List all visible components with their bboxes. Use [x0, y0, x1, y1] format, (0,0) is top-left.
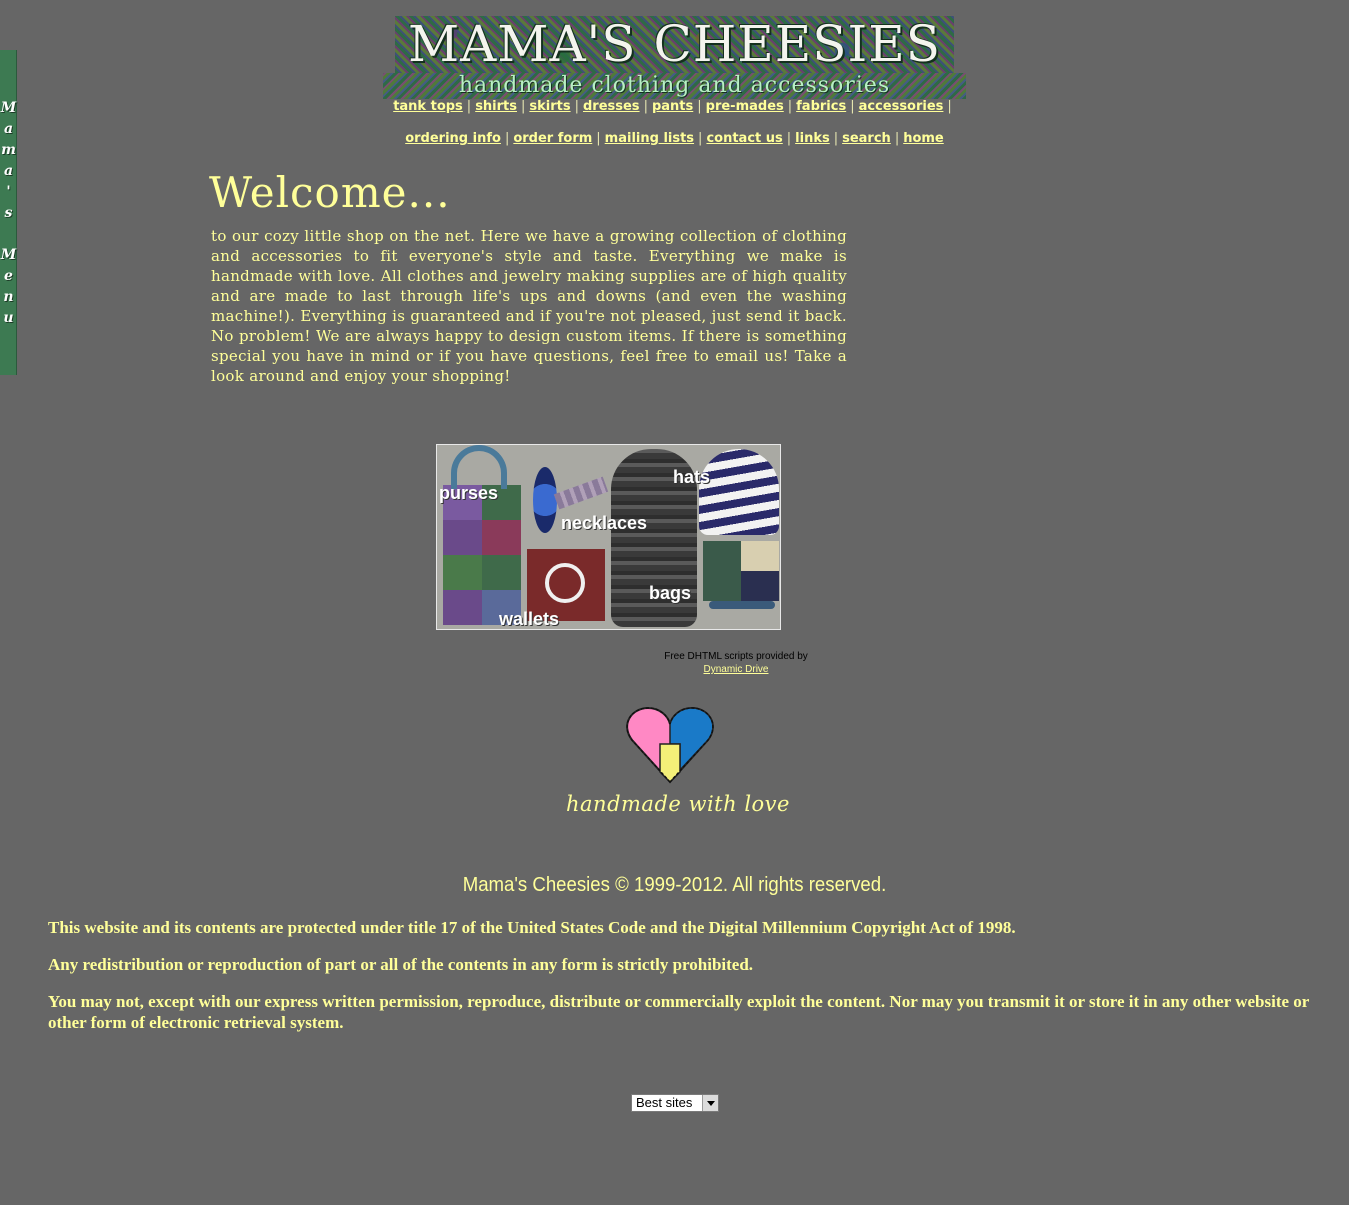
- side-menu-letter: ': [6, 184, 11, 200]
- category-nav: tank tops | shirts | skirts | dresses | pants | pr…: [0, 99, 1349, 114]
- nav-link-ordering-info[interactable]: ordering info: [405, 131, 501, 146]
- nav-separator: |: [894, 131, 900, 146]
- hat-graphic: [699, 449, 779, 535]
- banner-title: MAMA'S CHEESIES: [395, 16, 954, 73]
- banner-subtitle: handmade clothing and accessories: [383, 73, 966, 99]
- nav-link-home[interactable]: home: [903, 131, 944, 146]
- heart-logo-icon: [626, 706, 714, 784]
- collage-label-purses: purses: [439, 483, 499, 503]
- best-sites-selected-value: Best sites: [636, 1095, 693, 1110]
- collage-label-hats: hats: [673, 467, 711, 487]
- nav-separator: |: [504, 131, 510, 146]
- nav-link-links[interactable]: links: [795, 131, 830, 146]
- nav-separator: |: [947, 99, 952, 114]
- dynamic-drive-link[interactable]: Dynamic Drive: [703, 664, 768, 675]
- collage-label-bags: bags: [649, 583, 692, 603]
- necklace-graphic: [533, 467, 557, 533]
- nav-link-pants[interactable]: pants: [652, 99, 693, 114]
- legal-paragraph: Any redistribution or reproduction of pa…: [48, 955, 754, 974]
- nav-separator: |: [833, 131, 839, 146]
- necklace-chain-graphic: [553, 476, 609, 510]
- side-menu-letter: e: [4, 268, 13, 284]
- nav-link-search[interactable]: search: [842, 131, 891, 146]
- nav-separator: |: [466, 99, 472, 114]
- best-sites-dropdown[interactable]: Best sites: [631, 1094, 719, 1112]
- product-collage-image[interactable]: purses necklaces hats bags wallets: [436, 444, 781, 630]
- side-menu-letter: u: [3, 310, 14, 326]
- nav-link-shirts[interactable]: shirts: [475, 99, 517, 114]
- copyright-notice: Mama's Cheesies © 1999-2012. All rights …: [462, 874, 887, 896]
- nav-separator: |: [697, 99, 702, 114]
- legal-paragraph: You may not, except with our express wri…: [48, 992, 1310, 1032]
- nav-link-accessories[interactable]: accessories: [859, 99, 944, 114]
- stool-base-graphic: [709, 601, 775, 609]
- side-menu-letter: M: [0, 247, 17, 263]
- side-menu-letter: s: [4, 205, 13, 221]
- nav-separator: |: [596, 131, 601, 146]
- nav-link-pre-mades[interactable]: pre-mades: [706, 99, 784, 114]
- nav-link-contact-us[interactable]: contact us: [706, 131, 782, 146]
- nav-separator: |: [643, 99, 648, 114]
- nav-separator: |: [786, 131, 792, 146]
- side-menu-letter: a: [3, 163, 14, 179]
- nav-link-skirts[interactable]: skirts: [529, 99, 570, 114]
- legal-paragraph: This website and its contents are protec…: [48, 918, 1016, 937]
- site-banner: MAMA'S CHEESIES handmade clothing and ac…: [383, 16, 966, 99]
- handmade-with-love-tagline: handmade with love: [566, 792, 790, 816]
- nav-separator: |: [850, 99, 855, 114]
- nav-link-dresses[interactable]: dresses: [583, 99, 640, 114]
- welcome-text: to our cozy little shop on the net. Here…: [211, 227, 847, 385]
- welcome-heading: Welcome...: [209, 168, 451, 217]
- nav-link-tank-tops[interactable]: tank tops: [393, 99, 463, 114]
- collage-label-necklaces: necklaces: [561, 513, 648, 533]
- side-menu-letter: n: [3, 289, 14, 305]
- nav-separator: |: [574, 99, 579, 114]
- dhtml-credit-link-wrap: Dynamic Drive: [600, 664, 872, 675]
- nav-link-mailing-lists[interactable]: mailing lists: [605, 131, 694, 146]
- side-menu-letter: [0, 224, 17, 245]
- nav-separator: |: [521, 99, 526, 114]
- chevron-down-icon: [702, 1095, 718, 1111]
- fabric-stool-graphic: [703, 541, 779, 601]
- nav-separator: |: [787, 99, 793, 114]
- purse-graphic: [443, 485, 521, 625]
- dhtml-credit-text: Free DHTML scripts provided by: [664, 651, 808, 662]
- info-nav: ordering info | order form | mailing lists | c…: [0, 131, 1349, 146]
- nav-link-fabrics[interactable]: fabrics: [796, 99, 846, 114]
- collage-label-wallets: wallets: [499, 609, 560, 629]
- nav-separator: |: [698, 131, 703, 146]
- nav-link-order-form[interactable]: order form: [513, 131, 592, 146]
